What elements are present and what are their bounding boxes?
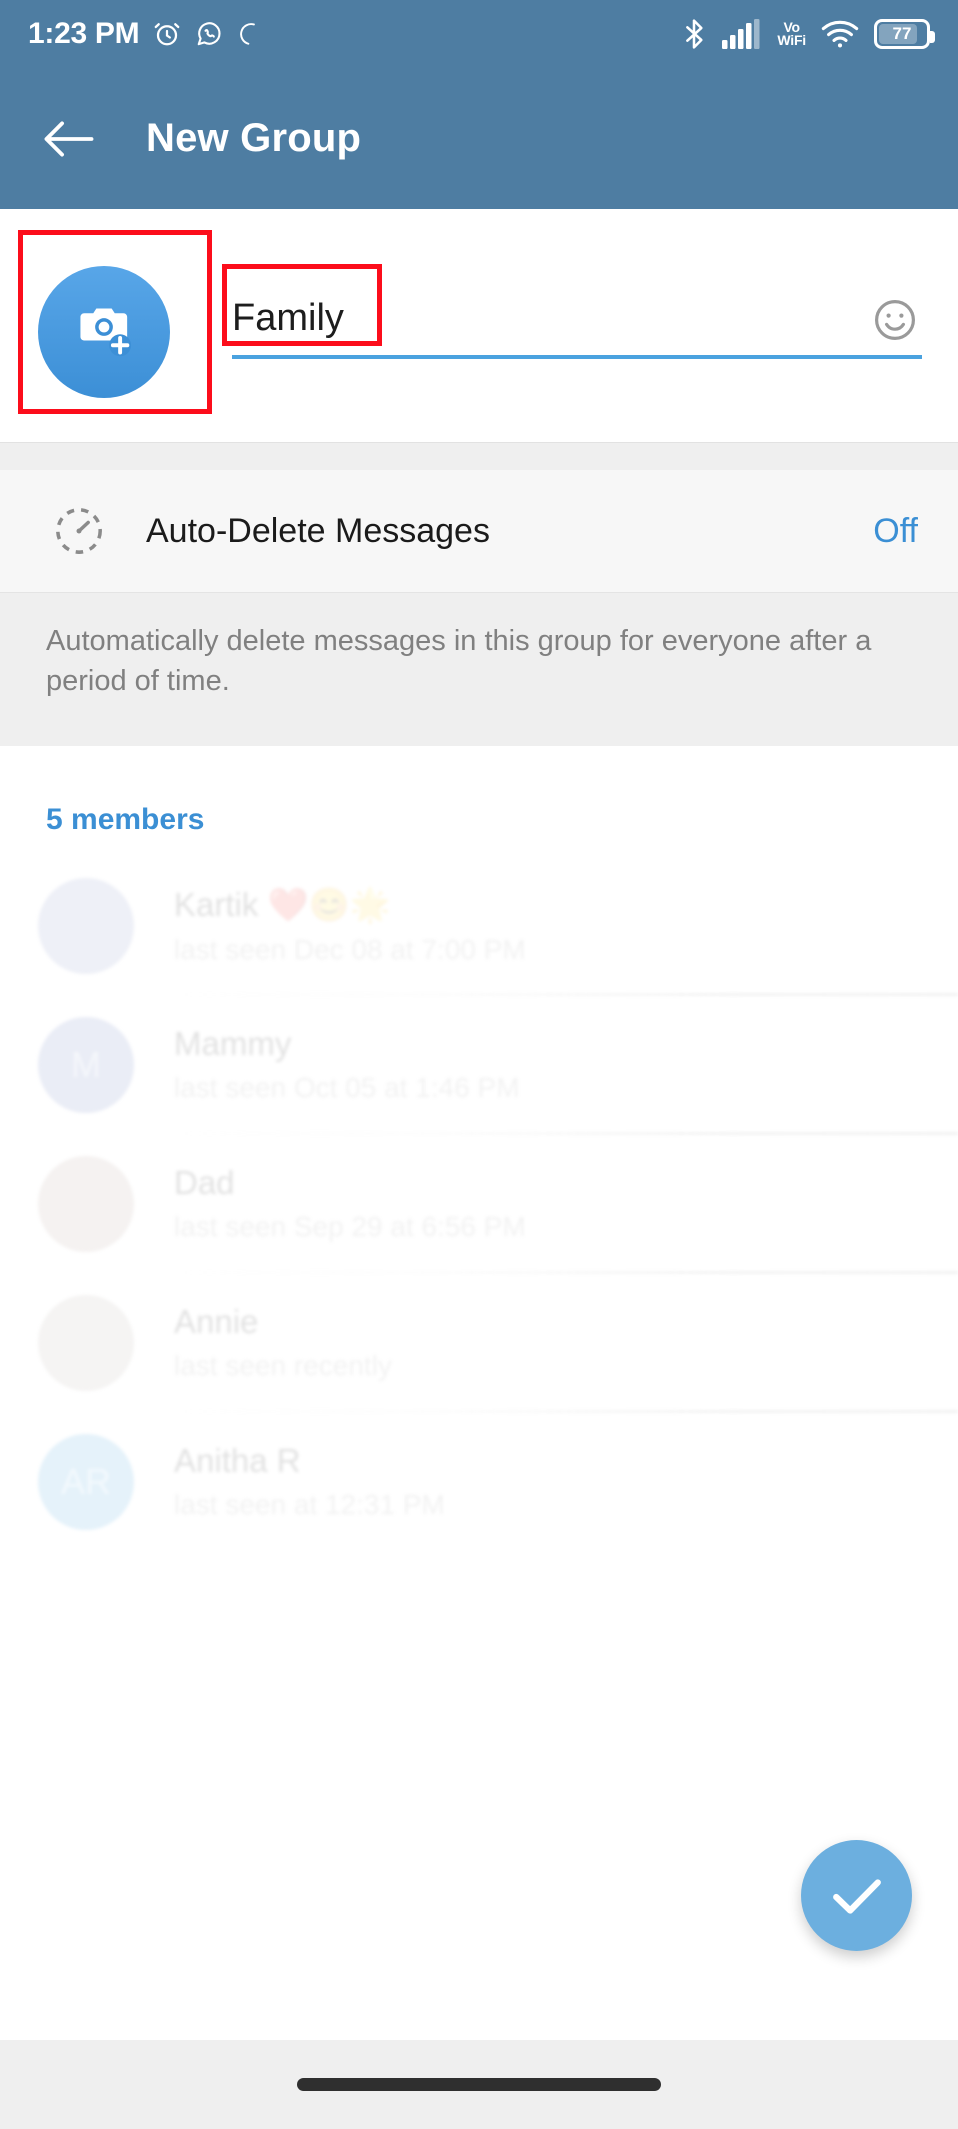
avatar: M bbox=[38, 1016, 134, 1113]
back-button[interactable] bbox=[40, 110, 98, 168]
avatar bbox=[38, 877, 134, 974]
battery-percent-label: 77 bbox=[892, 24, 912, 43]
avatar-initial: M bbox=[71, 1043, 101, 1085]
section-divider-gap bbox=[0, 442, 958, 470]
app-bar: New Group bbox=[0, 68, 958, 209]
group-name-input[interactable]: Family bbox=[232, 296, 868, 351]
member-text: Dad last seen Sep 29 at 6:56 PM bbox=[174, 1164, 526, 1243]
group-name-section: Family bbox=[0, 209, 958, 442]
status-bar-clock: 1:23 PM bbox=[28, 17, 140, 50]
member-status: last seen Oct 05 at 1:46 PM bbox=[174, 1072, 520, 1103]
member-name: Anitha R bbox=[174, 1442, 301, 1479]
group-name-field[interactable]: Family bbox=[232, 293, 922, 359]
status-bar-right: Vo WiFi 77 bbox=[681, 18, 935, 50]
create-group-fab[interactable] bbox=[801, 1840, 912, 1951]
list-item[interactable]: Dad last seen Sep 29 at 6:56 PM bbox=[0, 1134, 958, 1273]
member-text: Kartik ❤️😊🌟 last seen Dec 08 at 7:00 PM bbox=[174, 886, 526, 966]
auto-delete-description-block: Automatically delete messages in this gr… bbox=[0, 592, 958, 746]
arrow-left-icon bbox=[44, 120, 94, 157]
members-count-header: 5 members bbox=[46, 803, 205, 836]
member-name: Kartik ❤️😊🌟 bbox=[174, 885, 391, 923]
members-list: Kartik ❤️😊🌟 last seen Dec 08 at 7:00 PM … bbox=[0, 856, 958, 1551]
member-status: last seen Sep 29 at 6:56 PM bbox=[174, 1211, 526, 1242]
member-text: Mammy last seen Oct 05 at 1:46 PM bbox=[174, 1025, 520, 1104]
member-status: last seen Dec 08 at 7:00 PM bbox=[174, 933, 526, 965]
page-title: New Group bbox=[146, 116, 362, 160]
member-status: last seen at 12:31 PM bbox=[174, 1489, 445, 1520]
avatar-initial: AR bbox=[60, 1460, 111, 1502]
auto-delete-label: Auto-Delete Messages bbox=[146, 511, 490, 550]
member-text: Annie last seen recently bbox=[174, 1303, 392, 1382]
list-item[interactable]: Kartik ❤️😊🌟 last seen Dec 08 at 7:00 PM bbox=[0, 856, 958, 995]
emoji-button[interactable] bbox=[868, 293, 922, 347]
auto-delete-description: Automatically delete messages in this gr… bbox=[46, 625, 872, 698]
list-item[interactable]: AR Anitha R last seen at 12:31 PM bbox=[0, 1412, 958, 1551]
auto-delete-value[interactable]: Off bbox=[873, 512, 918, 551]
whatsapp-icon bbox=[195, 20, 223, 48]
camera-add-icon bbox=[80, 308, 132, 357]
avatar bbox=[38, 1155, 134, 1252]
group-avatar-circle bbox=[38, 266, 170, 398]
member-text: Anitha R last seen at 12:31 PM bbox=[174, 1442, 445, 1521]
status-bar: 1:23 PM Vo WiFi 77 bbox=[0, 0, 958, 68]
member-status: last seen recently bbox=[174, 1350, 392, 1381]
member-name: Mammy bbox=[174, 1025, 292, 1062]
group-name-row: Family bbox=[232, 293, 922, 351]
group-name-underline bbox=[232, 355, 922, 359]
alarm-icon bbox=[152, 19, 182, 49]
list-item[interactable]: Annie last seen recently bbox=[0, 1273, 958, 1412]
member-name: Annie bbox=[174, 1303, 259, 1340]
status-bar-left: 1:23 PM bbox=[28, 17, 262, 51]
home-gesture-pill[interactable] bbox=[297, 2078, 661, 2091]
cellular-signal-icon bbox=[722, 19, 762, 49]
app-screen: 1:23 PM Vo WiFi 77 New Group Family Auto… bbox=[0, 0, 958, 2129]
wifi-icon bbox=[821, 19, 859, 49]
moon-icon bbox=[236, 20, 262, 48]
battery-icon: 77 bbox=[874, 19, 935, 49]
group-avatar-button[interactable] bbox=[38, 266, 170, 398]
check-icon bbox=[832, 1878, 881, 1914]
member-name: Dad bbox=[174, 1164, 235, 1201]
avatar: AR bbox=[38, 1433, 134, 1530]
avatar bbox=[38, 1294, 134, 1391]
system-navigation-bar bbox=[0, 2040, 958, 2129]
vowifi-bottom-label: WiFi bbox=[777, 32, 806, 48]
bluetooth-icon bbox=[681, 18, 707, 50]
vowifi-icon: Vo WiFi bbox=[777, 20, 806, 48]
auto-delete-messages-row[interactable]: Auto-Delete Messages Off bbox=[0, 470, 958, 592]
list-item[interactable]: M Mammy last seen Oct 05 at 1:46 PM bbox=[0, 995, 958, 1134]
auto-delete-timer-icon bbox=[48, 504, 110, 558]
smiley-icon bbox=[875, 300, 915, 340]
members-section: 5 members Kartik ❤️😊🌟 last seen Dec 08 a… bbox=[0, 746, 958, 2040]
